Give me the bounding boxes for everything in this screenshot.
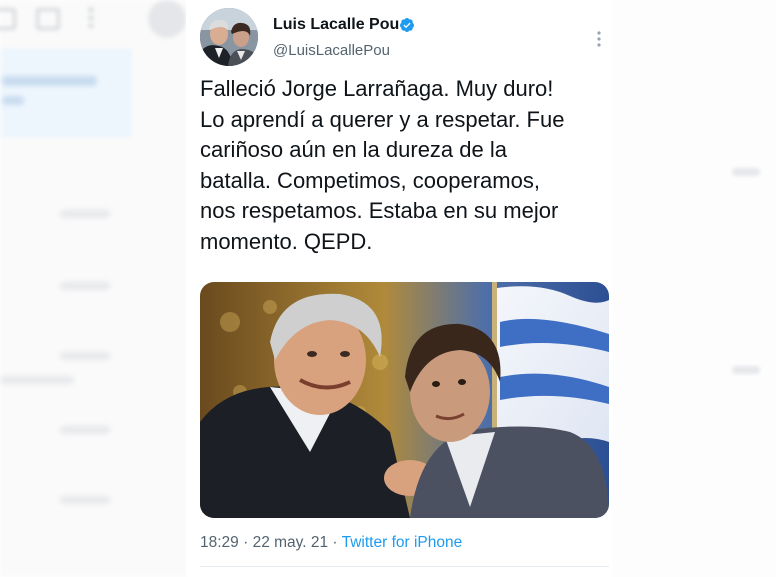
tweet-text: Falleció Jorge Larrañaga. Muy duro! Lo a…: [200, 74, 600, 257]
more-options-icon[interactable]: [590, 30, 608, 48]
background-mail-icon: [36, 8, 60, 30]
tweet-photo-image: [200, 282, 609, 518]
background-line: [60, 426, 110, 434]
background-dots-icon: [88, 6, 94, 28]
verified-badge-icon: [399, 18, 414, 32]
divider: [200, 566, 609, 567]
meta-separator: ·: [328, 534, 342, 551]
author-handle[interactable]: @LuisLacallePou: [273, 42, 390, 59]
background-timeline: [0, 0, 190, 577]
tweet-text-line: batalla. Competimos, cooperamos,: [200, 167, 540, 193]
background-line: [60, 210, 110, 218]
background-notice-line: [2, 76, 97, 86]
background-line: [732, 168, 760, 176]
tweet-text-line: nos respetamos. Estaba en su mejor: [200, 198, 559, 223]
background-toolbar: [0, 0, 190, 40]
background-line: [732, 366, 760, 374]
tweet-photo[interactable]: [200, 282, 609, 518]
avatar-photo: [200, 8, 258, 66]
tweet-card[interactable]: Luis Lacalle Pou @LuisLacallePou Falleci…: [186, 0, 612, 577]
tweet-time[interactable]: 18:29: [200, 534, 239, 551]
meta-separator: ·: [238, 534, 253, 551]
tweet-text-line: cariñoso aún en la dureza de la: [200, 137, 507, 162]
tweet-text-line: Falleció Jorge Larrañaga. Muy duro!: [200, 76, 554, 101]
tweet-metadata: 18:29 · 22 may. 21 · Twitter for iPhone: [200, 534, 462, 552]
author-avatar[interactable]: [200, 8, 258, 66]
background-notice-line: [2, 96, 24, 105]
background-sidebar: [612, 0, 776, 577]
tweet-source-link[interactable]: Twitter for iPhone: [342, 534, 463, 551]
background-avatar: [148, 0, 186, 38]
background-line: [60, 352, 110, 360]
background-line: [0, 376, 74, 384]
background-icon: [0, 8, 16, 30]
screenshot-stage: Luis Lacalle Pou @LuisLacallePou Falleci…: [0, 0, 776, 577]
tweet-text-line: Lo aprendí a querer y a respetar. Fue: [200, 106, 565, 132]
tweet-date[interactable]: 22 may. 21: [253, 534, 329, 551]
background-line: [60, 282, 110, 290]
author-name[interactable]: Luis Lacalle Pou: [273, 16, 399, 34]
background-line: [60, 496, 110, 504]
background-notice: [0, 48, 132, 138]
tweet-text-line: momento. QEPD.: [200, 228, 373, 254]
